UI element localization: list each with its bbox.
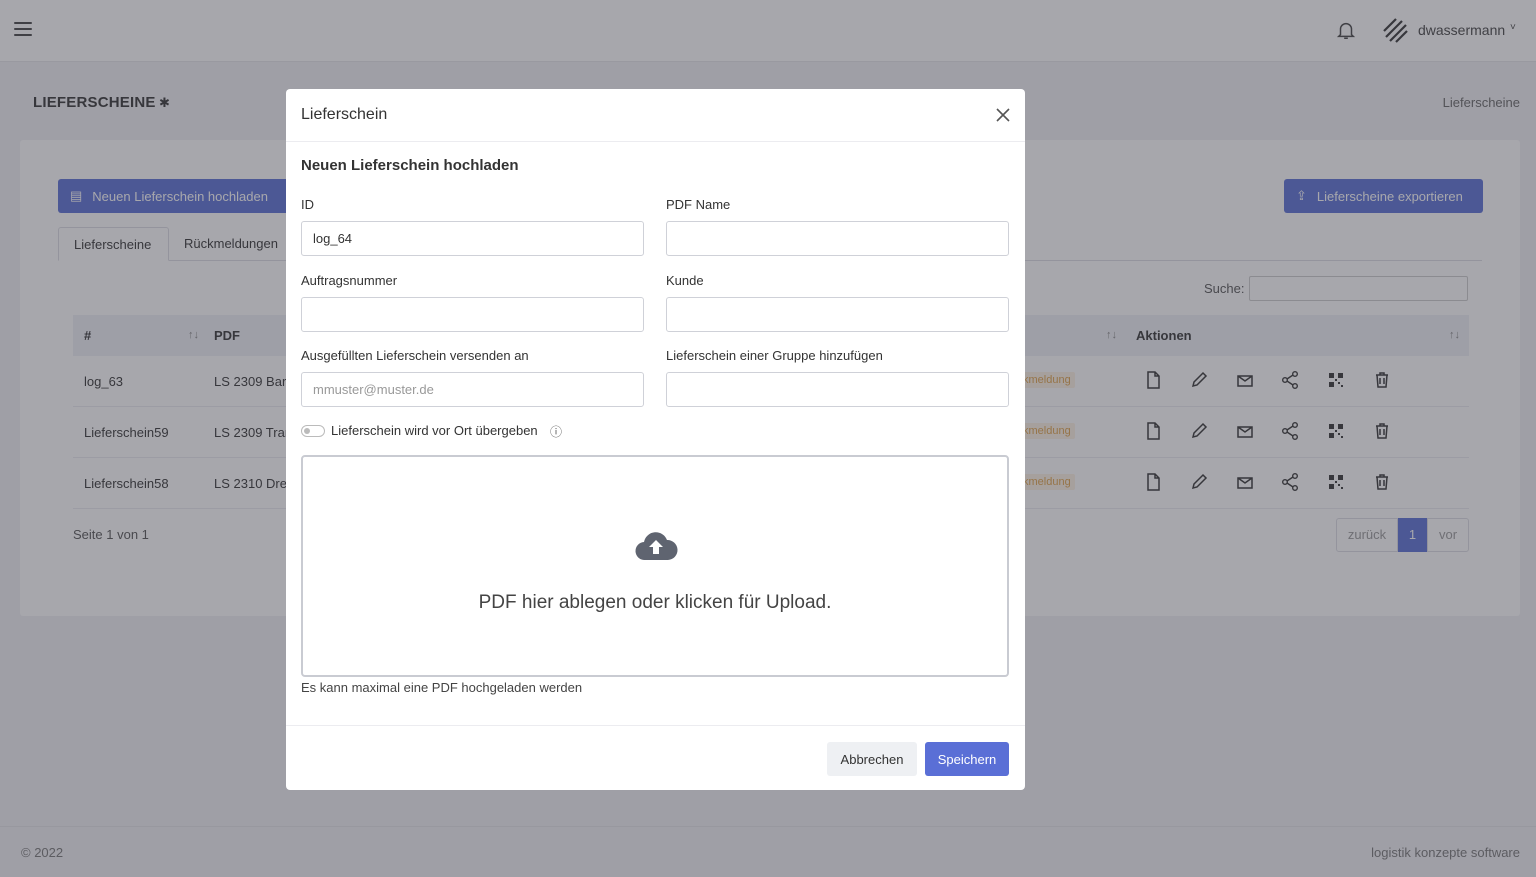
customer-field[interactable] [666, 297, 1009, 332]
modal-subtitle: Neuen Lieferschein hochladen [301, 157, 519, 174]
modal-title: Lieferschein [301, 106, 388, 123]
info-icon[interactable]: ⓘ [550, 423, 562, 440]
order-number-field[interactable] [301, 297, 644, 332]
cloud-upload-icon [635, 532, 678, 561]
on-site-toggle-label: Lieferschein wird vor Ort übergeben [331, 423, 538, 438]
send-to-label: Ausgefüllten Lieferschein versenden an [301, 348, 529, 363]
pdf-name-label: PDF Name [666, 197, 731, 212]
upload-modal: Lieferschein Neuen Lieferschein hochlade… [286, 89, 1025, 790]
dropzone-text: PDF hier ablegen oder klicken für Upload… [478, 592, 832, 613]
save-button[interactable]: Speichern [925, 742, 1009, 776]
cancel-button[interactable]: Abbrechen [827, 742, 917, 776]
pdf-name-field[interactable] [666, 221, 1009, 256]
pdf-dropzone[interactable]: PDF hier ablegen oder klicken für Upload… [301, 455, 1009, 677]
group-field[interactable] [666, 372, 1009, 407]
modal-footer: Abbrechen Speichern [286, 725, 1025, 790]
id-label: ID [301, 197, 314, 212]
group-label: Lieferschein einer Gruppe hinzufügen [666, 348, 883, 363]
dropzone-hint: Es kann maximal eine PDF hochgeladen wer… [301, 680, 583, 695]
id-field[interactable] [301, 221, 644, 256]
customer-label: Kunde [666, 273, 704, 288]
email-field[interactable] [301, 372, 644, 407]
modal-header: Lieferschein [286, 89, 1025, 142]
order-number-label: Auftragsnummer [301, 273, 398, 288]
close-icon[interactable] [994, 106, 1012, 124]
on-site-toggle[interactable] [301, 425, 325, 437]
